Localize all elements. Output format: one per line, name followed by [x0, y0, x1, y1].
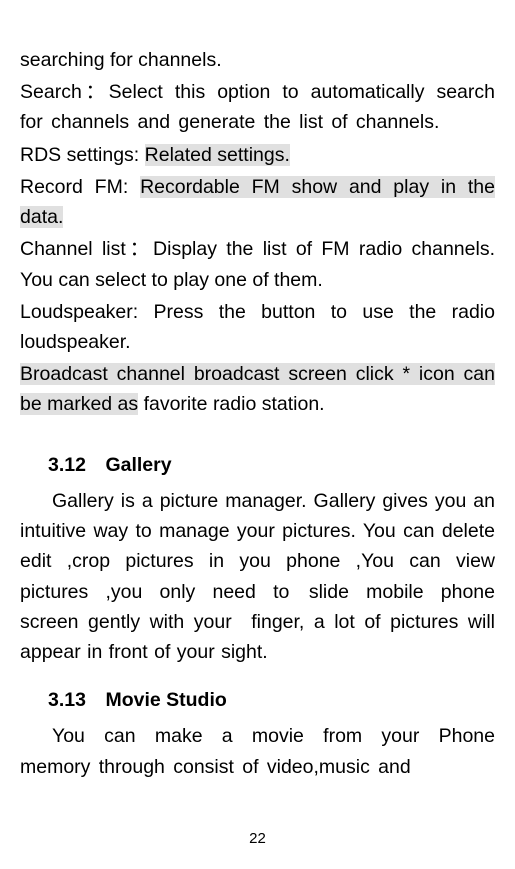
heading-gallery: 3.12 Gallery: [20, 450, 495, 480]
paragraph-loudspeaker: Loudspeaker: Press the button to use the…: [20, 297, 495, 357]
paragraph-search: Search：Select this option to automatical…: [20, 77, 495, 137]
paragraph-record: Record FM: Recordable FM show and play i…: [20, 172, 495, 232]
paragraph-rds: RDS settings: Related settings.: [20, 140, 495, 170]
broadcast-highlight-line2: be marked as: [20, 393, 138, 415]
heading-movie: 3.13 Movie Studio: [20, 685, 495, 715]
rds-prefix: RDS settings:: [20, 144, 145, 166]
page-number: 22: [0, 830, 515, 847]
paragraph-channellist: Channel list：Display the list of FM radi…: [20, 234, 495, 294]
paragraph-broadcast: Broadcast channel broadcast screen click…: [20, 359, 495, 419]
paragraph-searching: searching for channels.: [20, 45, 495, 75]
document-content: searching for channels. Search：Select th…: [20, 45, 495, 782]
paragraph-gallery: Gallery is a picture manager. Gallery gi…: [20, 486, 495, 667]
paragraph-movie: You can make a movie from your Phone mem…: [20, 721, 495, 781]
record-prefix: Record FM:: [20, 176, 140, 198]
rds-highlight: Related settings.: [145, 144, 290, 166]
broadcast-highlight-line1: Broadcast channel broadcast screen click…: [20, 363, 495, 385]
broadcast-tail: favorite radio station.: [138, 393, 324, 415]
